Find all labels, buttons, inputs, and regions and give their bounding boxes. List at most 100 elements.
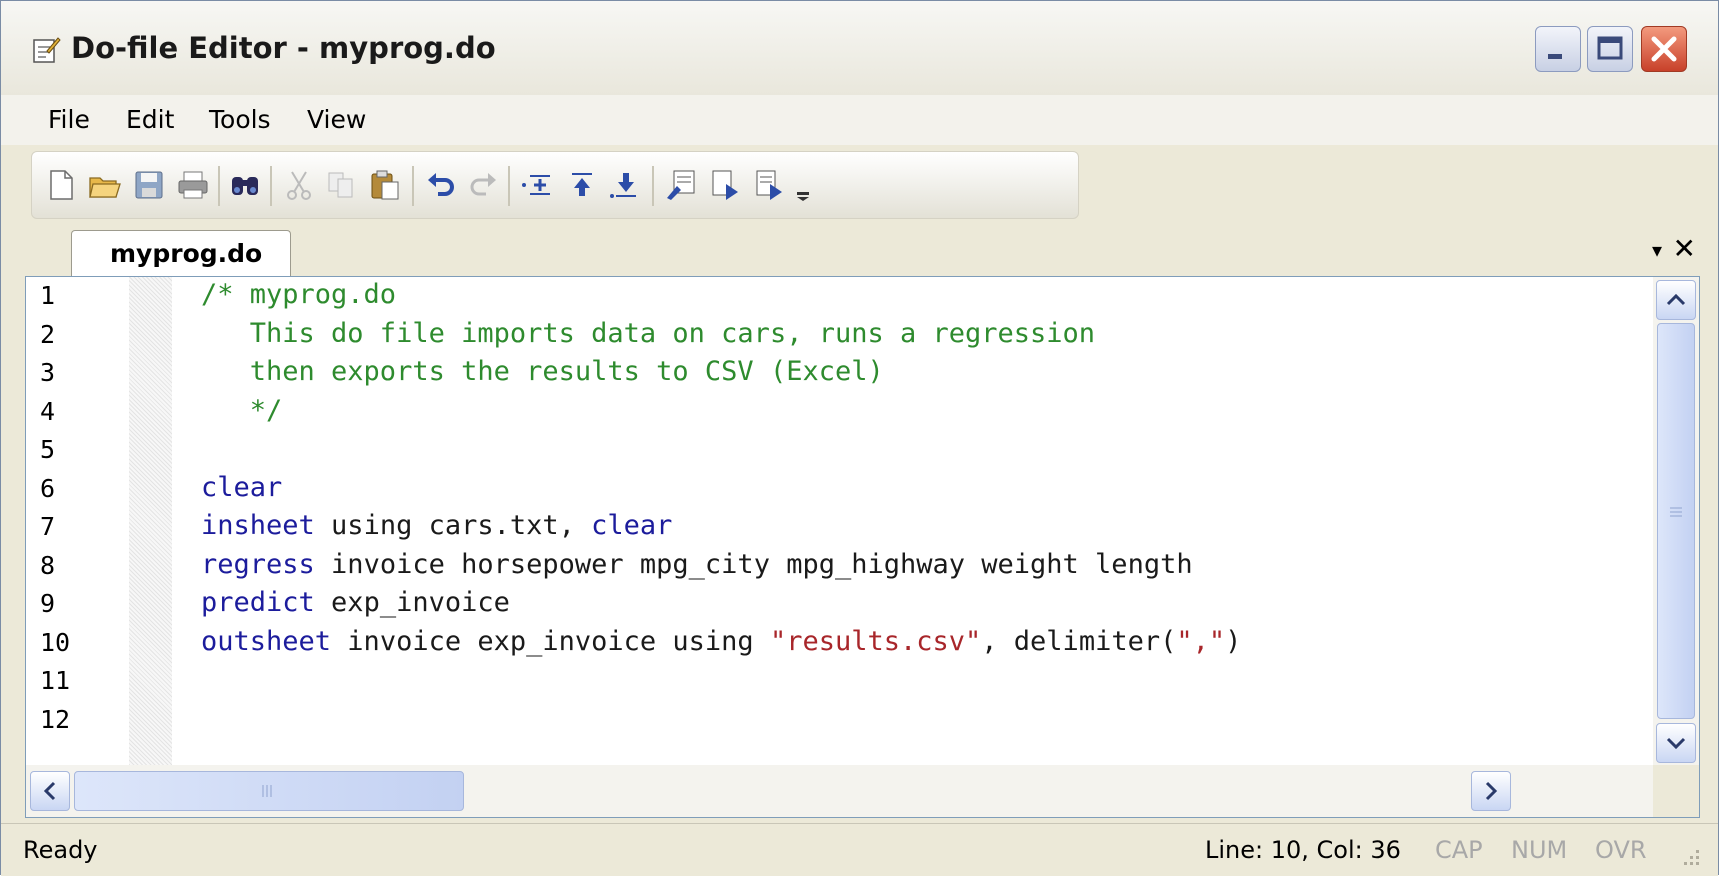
line-number: 5 [40, 435, 56, 464]
grip-icon [262, 785, 272, 797]
code-text: ) [1225, 625, 1242, 657]
run-selection-icon[interactable] [708, 168, 742, 202]
code-text: , delimiter( [981, 625, 1177, 657]
scrollbar-corner [1653, 765, 1699, 817]
undo-icon[interactable] [424, 168, 458, 202]
resize-grip-icon[interactable] [1676, 842, 1704, 870]
cap-indicator: CAP [1435, 836, 1483, 864]
menu-file[interactable]: File [48, 105, 90, 134]
do-file-editor-window: Do-file Editor - myprog.do File Edit Too… [0, 0, 1719, 876]
num-indicator: NUM [1511, 836, 1568, 864]
new-file-icon[interactable] [44, 168, 78, 202]
line-number: 1 [40, 281, 56, 310]
print-icon[interactable] [176, 168, 210, 202]
tab-label: myprog.do [110, 239, 263, 268]
tab-close-icon[interactable]: ✕ [1673, 232, 1696, 265]
code-line[interactable]: insheet using cars.txt, clear [201, 510, 672, 541]
paste-icon[interactable] [368, 168, 402, 202]
scroll-down-button[interactable] [1656, 723, 1696, 763]
code-keyword: outsheet [201, 625, 332, 657]
line-number: 7 [40, 512, 56, 541]
close-icon [1651, 36, 1677, 62]
ovr-indicator: OVR [1595, 836, 1647, 864]
window-title: Do-file Editor - myprog.do [71, 31, 496, 65]
find-icon[interactable] [228, 168, 262, 202]
code-line[interactable]: predict exp_invoice [201, 587, 510, 618]
code-line[interactable]: regress invoice horsepower mpg_city mpg_… [201, 549, 1193, 580]
line-number: 2 [40, 319, 56, 349]
code-comment: then exports the results to CSV (Excel) [201, 356, 884, 387]
line-number: 3 [40, 358, 56, 387]
menu-view[interactable]: View [307, 105, 366, 134]
toolbar-separator [270, 166, 272, 206]
menu-edit[interactable]: Edit [126, 105, 174, 134]
copy-icon[interactable] [324, 168, 358, 202]
title-bar[interactable]: Do-file Editor - myprog.do [1, 1, 1718, 95]
do-file-icon[interactable] [752, 168, 786, 202]
shift-down-icon[interactable] [608, 168, 642, 202]
cut-icon[interactable] [282, 168, 316, 202]
tab-list-chevron-down-icon[interactable]: ▾ [1652, 238, 1662, 262]
toolbar-overflow-icon[interactable] [794, 168, 814, 202]
execute-icon[interactable] [664, 168, 698, 202]
code-keyword: regress [201, 548, 315, 580]
toolbar-separator [508, 166, 510, 206]
horizontal-scrollbar[interactable] [26, 765, 1653, 817]
status-bar: Ready Line: 10, Col: 36 CAP NUM OVR [1, 823, 1718, 876]
toolbar-separator [652, 166, 654, 206]
code-keyword: clear [591, 510, 673, 541]
menu-bar: File Edit Tools View [1, 95, 1718, 145]
code-text: invoice exp_invoice using [331, 625, 770, 657]
code-string: "," [1176, 625, 1226, 657]
close-button[interactable] [1641, 26, 1687, 72]
minimize-button[interactable] [1535, 26, 1581, 72]
code-editor[interactable]: 1 2 3 4 5 6 7 8 9 10 11 12 /* myprog.do This do fil… [25, 276, 1700, 818]
line-number-gutter: 1 2 3 4 5 6 7 8 9 10 11 12 [26, 277, 129, 765]
tab-myprog[interactable]: myprog.do [71, 230, 291, 276]
vertical-scrollbar[interactable] [1653, 277, 1699, 765]
code-line[interactable]: then exports the results to CSV (Excel) [201, 356, 884, 387]
cursor-position: Line: 10, Col: 36 [1205, 836, 1401, 864]
toolbar-separator [218, 166, 220, 206]
grip-icon [1670, 507, 1682, 517]
vertical-scroll-thumb[interactable] [1657, 323, 1695, 719]
code-text: invoice horsepower mpg_city mpg_highway … [314, 548, 1193, 580]
fold-margin [129, 277, 172, 765]
line-number: 9 [40, 589, 56, 618]
status-text: Ready [23, 836, 98, 864]
code-line[interactable]: This do file imports data on cars, runs … [201, 318, 1095, 349]
chevron-up-icon [1666, 293, 1686, 306]
menu-tools[interactable]: Tools [209, 105, 271, 134]
code-string: "results.csv" [769, 625, 982, 657]
chevron-down-icon [1666, 737, 1686, 750]
scroll-right-button[interactable] [1471, 771, 1511, 811]
redo-icon[interactable] [466, 168, 500, 202]
line-number: 4 [40, 396, 56, 426]
chevron-left-icon [43, 781, 56, 801]
do-file-editor-icon [33, 37, 61, 63]
scroll-left-button[interactable] [30, 771, 70, 811]
code-line[interactable]: clear [201, 472, 282, 503]
scroll-up-button[interactable] [1656, 280, 1696, 320]
code-keyword: insheet [201, 510, 315, 541]
tab-strip: myprog.do ▾ ✕ [21, 224, 1698, 276]
open-folder-icon[interactable] [88, 168, 122, 202]
maximize-icon [1597, 36, 1623, 60]
minimize-icon [1548, 54, 1562, 59]
indent-icon[interactable] [520, 168, 554, 202]
toolbar [31, 151, 1079, 219]
code-text: exp_invoice [314, 587, 510, 618]
save-icon[interactable] [132, 168, 166, 202]
horizontal-scroll-thumb[interactable] [74, 771, 464, 811]
line-number: 10 [40, 627, 71, 657]
line-number: 8 [40, 550, 56, 580]
code-line[interactable]: */ [201, 395, 283, 426]
toolbar-separator [412, 166, 414, 206]
maximize-button[interactable] [1587, 26, 1633, 72]
chevron-right-icon [1485, 781, 1498, 801]
code-comment: This do file imports data on cars, runs … [201, 317, 1096, 349]
code-comment: /* myprog.do [201, 279, 397, 310]
code-line[interactable]: /* myprog.do [201, 279, 396, 310]
shift-up-icon[interactable] [564, 168, 598, 202]
code-line[interactable]: outsheet invoice exp_invoice using "resu… [201, 626, 1241, 657]
